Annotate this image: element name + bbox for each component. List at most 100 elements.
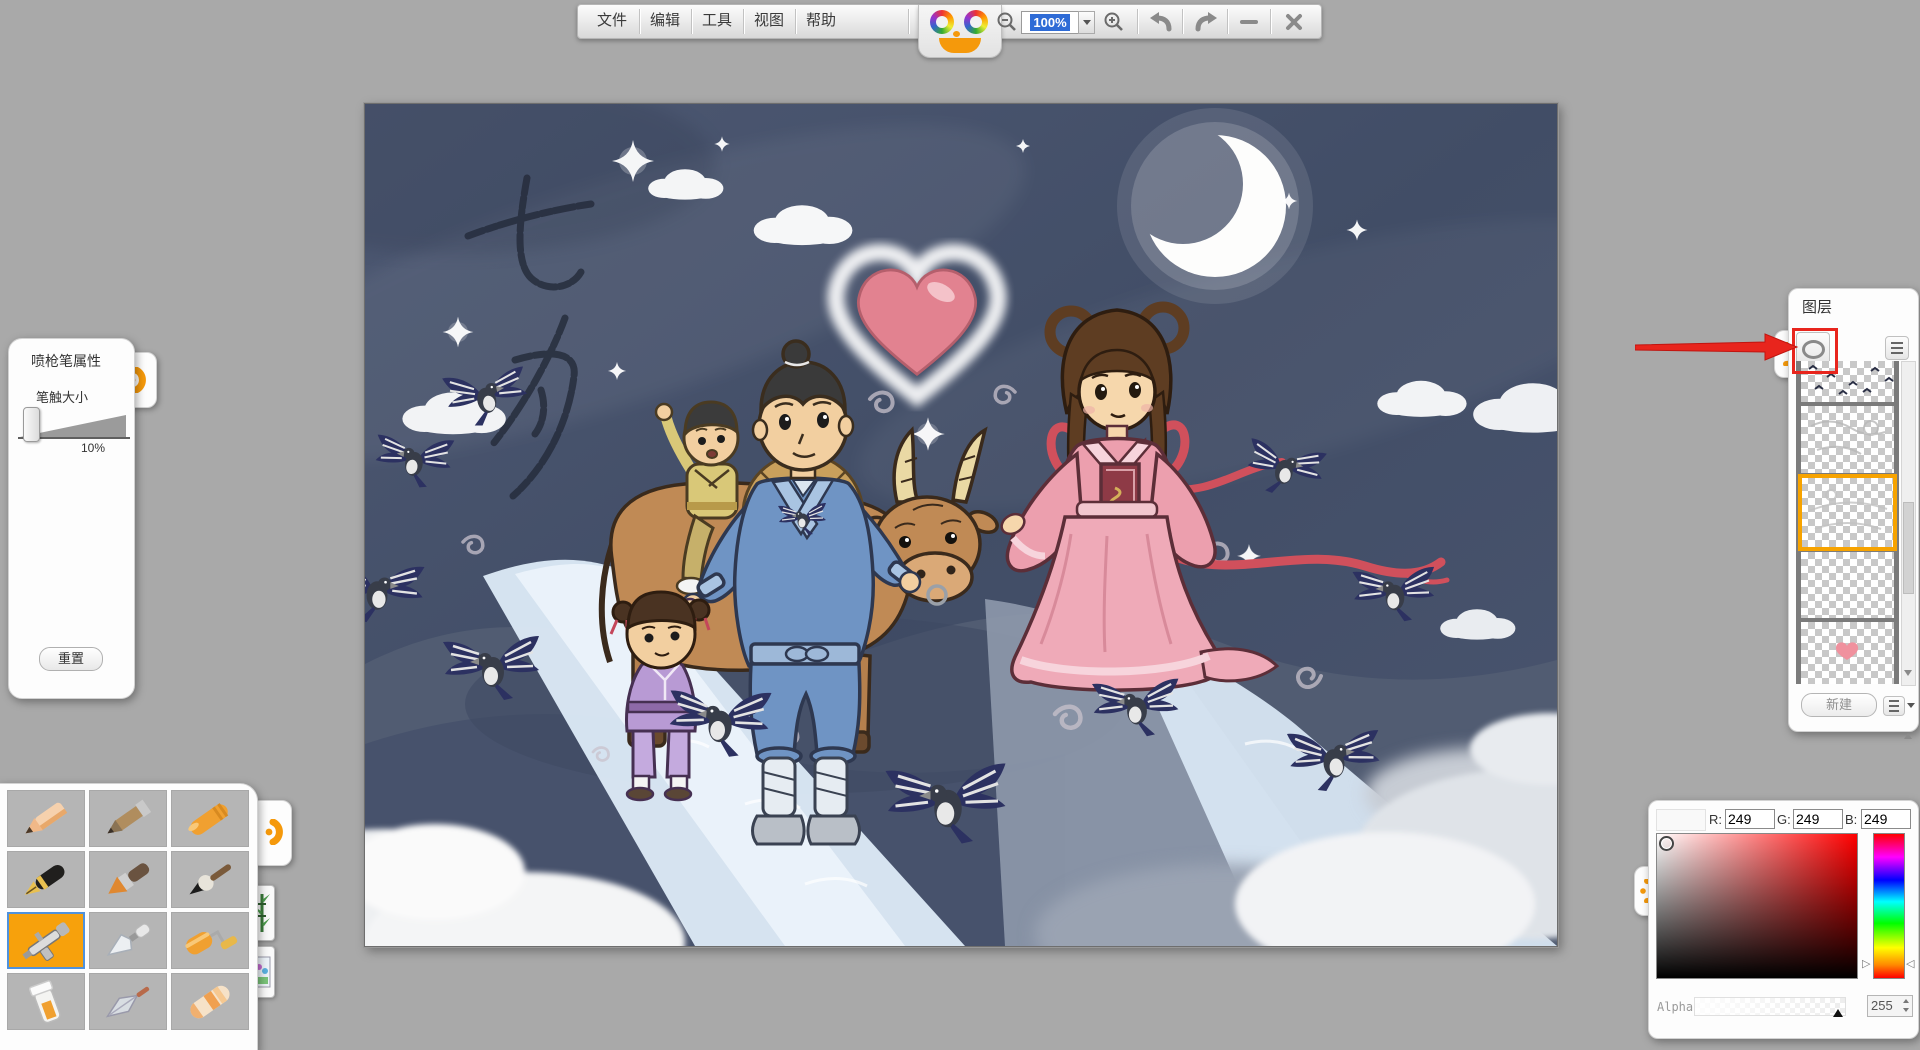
tool-paintbrush[interactable] (89, 851, 167, 908)
layer-thumbnail-empty[interactable] (1801, 552, 1894, 618)
alpha-value: 255 (1871, 998, 1893, 1013)
menu-file[interactable]: 文件 (588, 7, 636, 35)
tool-fountain-pen[interactable] (7, 851, 85, 908)
toolbar-separator (908, 9, 909, 34)
new-layer-button[interactable]: 新建 (1801, 693, 1877, 717)
fountain-pen-icon (14, 856, 78, 904)
alpha-slider[interactable] (1694, 997, 1846, 1016)
rainbow-ring-icon (964, 10, 988, 34)
red-label: R: (1709, 812, 1722, 827)
scroll-up-icon[interactable] (1904, 733, 1912, 739)
close-button[interactable] (1276, 8, 1312, 35)
qixi-illustration: 七夕 (365, 104, 1557, 946)
tool-ink-brush[interactable] (171, 851, 249, 908)
red-annotation-arrow (1635, 330, 1807, 366)
zoom-level-field[interactable]: 100% (1021, 11, 1079, 34)
alpha-label: Alpha (1657, 1000, 1693, 1014)
layer-thumbnail-sketch[interactable] (1801, 406, 1894, 473)
chevron-down-icon (1083, 20, 1091, 25)
pencil-icon (14, 795, 78, 843)
tool-palette-knife[interactable] (89, 912, 167, 969)
paint-tube-icon (14, 978, 78, 1026)
undo-icon (1148, 10, 1174, 34)
layers-bottom-menu-button[interactable] (1883, 696, 1905, 716)
menu-lines-icon (1891, 342, 1903, 344)
slider-handle[interactable] (23, 407, 40, 442)
scrollbar-thumb[interactable] (1903, 502, 1914, 594)
tool-paint-roller[interactable] (171, 912, 249, 969)
toolbar-separator (743, 9, 744, 34)
brush-properties-panel: 喷枪笔属性 笔触大小 10% 重置 (8, 338, 135, 699)
undo-button[interactable] (1144, 8, 1178, 35)
menu-view[interactable]: 视图 (745, 7, 793, 35)
menu-help[interactable]: 帮助 (797, 7, 845, 35)
smile-dot-icon (953, 31, 960, 37)
minimize-button[interactable] (1232, 8, 1266, 35)
green-label: G: (1777, 812, 1791, 827)
scroll-down-icon[interactable] (1904, 670, 1912, 676)
tool-charcoal-pencil[interactable] (89, 790, 167, 847)
alpha-marker-icon[interactable] (1833, 1009, 1843, 1017)
layer-thumbnail-selected[interactable] (1801, 477, 1894, 548)
redo-button[interactable] (1189, 8, 1223, 35)
layer-thumbnail-heart[interactable] (1801, 622, 1894, 684)
tool-airbrush-selected[interactable] (7, 912, 85, 969)
main-toolbar: 文件 编辑 工具 视图 帮助 100% (577, 4, 1322, 39)
rainbow-logo-icon (930, 10, 954, 34)
zoom-out-icon (996, 11, 1018, 33)
brush-size-value: 10% (81, 441, 105, 455)
paint-roller-icon (178, 917, 242, 965)
toolbar-separator (1182, 9, 1183, 34)
hue-marker-right-icon[interactable]: ◁ (1906, 959, 1914, 970)
leaf-blade-icon (96, 978, 160, 1026)
tool-paint-tube[interactable] (7, 973, 85, 1030)
menu-tools[interactable]: 工具 (693, 7, 741, 35)
zoom-dropdown-button[interactable] (1078, 11, 1095, 34)
saturation-value-square[interactable] (1656, 833, 1858, 979)
tool-pencil[interactable] (7, 790, 85, 847)
brush-size-slider[interactable] (18, 405, 130, 443)
toolbar-separator (639, 9, 640, 34)
charcoal-pencil-icon (96, 795, 160, 843)
brush-size-label: 笔触大小 (36, 387, 88, 406)
toolbar-separator (1270, 9, 1271, 34)
paintbrush-icon (96, 856, 160, 904)
menu-edit[interactable]: 编辑 (641, 7, 689, 35)
tool-eraser[interactable] (171, 973, 249, 1030)
alpha-spinner[interactable]: 255 (1867, 995, 1913, 1017)
toolbar-separator (795, 9, 796, 34)
layer-list (1796, 361, 1899, 684)
color-cursor[interactable] (1659, 836, 1674, 851)
green-value-input[interactable] (1793, 809, 1843, 829)
blue-value-input[interactable] (1861, 809, 1911, 829)
toolbar-separator (1137, 9, 1138, 34)
layers-scrollbar[interactable] (1901, 361, 1916, 686)
menu-lines-icon (1889, 700, 1899, 702)
zoom-in-icon (1103, 11, 1125, 33)
zoom-in-button[interactable] (1099, 8, 1129, 35)
hue-marker-left-icon[interactable]: ▷ (1862, 959, 1870, 970)
app-logo-tab[interactable] (918, 5, 1002, 58)
airbrush-icon (14, 917, 78, 965)
current-color-swatch (1656, 809, 1706, 831)
minimize-icon (1240, 20, 1258, 24)
spin-down-icon[interactable] (1903, 1008, 1909, 1012)
chevron-down-icon[interactable] (1907, 703, 1915, 708)
close-icon (1285, 13, 1303, 31)
reset-button[interactable]: 重置 (39, 647, 103, 671)
zoom-out-button[interactable] (994, 8, 1020, 35)
layer-menu-button[interactable] (1885, 336, 1909, 360)
spin-up-icon[interactable] (1903, 999, 1909, 1003)
desktop: 文件 编辑 工具 视图 帮助 100% (0, 0, 1920, 1050)
zoom-level-value: 100% (1030, 14, 1069, 31)
hue-bar[interactable] (1873, 833, 1905, 979)
tool-leaf-blade[interactable] (89, 973, 167, 1030)
redo-icon (1193, 10, 1219, 34)
blue-label: B: (1845, 812, 1857, 827)
tool-crayon[interactable] (171, 790, 249, 847)
orange-smile-icon (939, 38, 981, 53)
drawing-canvas[interactable]: 七夕 (364, 103, 1558, 947)
toolbar-separator (691, 9, 692, 34)
red-value-input[interactable] (1725, 809, 1775, 829)
ink-brush-icon (178, 856, 242, 904)
